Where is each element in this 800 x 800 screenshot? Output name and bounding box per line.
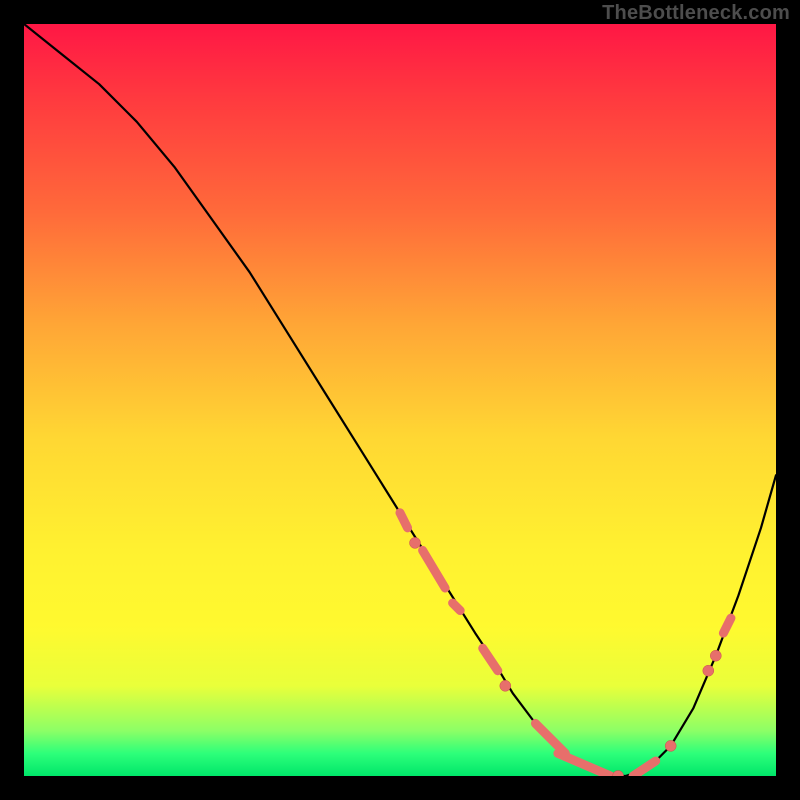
marker-segment <box>483 648 498 671</box>
marker-segment <box>633 761 656 776</box>
chart-gradient-area <box>24 24 776 776</box>
marker-dot <box>703 665 714 676</box>
chart-svg <box>24 24 776 776</box>
marker-dot <box>613 771 624 777</box>
watermark-text: TheBottleneck.com <box>602 2 790 25</box>
marker-segment <box>558 753 611 776</box>
marker-dot <box>410 537 421 548</box>
marker-dot <box>500 680 511 691</box>
marker-segment <box>453 603 461 611</box>
marker-segment <box>723 618 731 633</box>
curve-markers <box>400 513 731 776</box>
marker-segment <box>423 550 446 588</box>
bottleneck-curve <box>24 24 776 776</box>
marker-dot <box>710 650 721 661</box>
marker-dot <box>665 740 676 751</box>
marker-segment <box>535 723 565 753</box>
marker-segment <box>400 513 408 528</box>
